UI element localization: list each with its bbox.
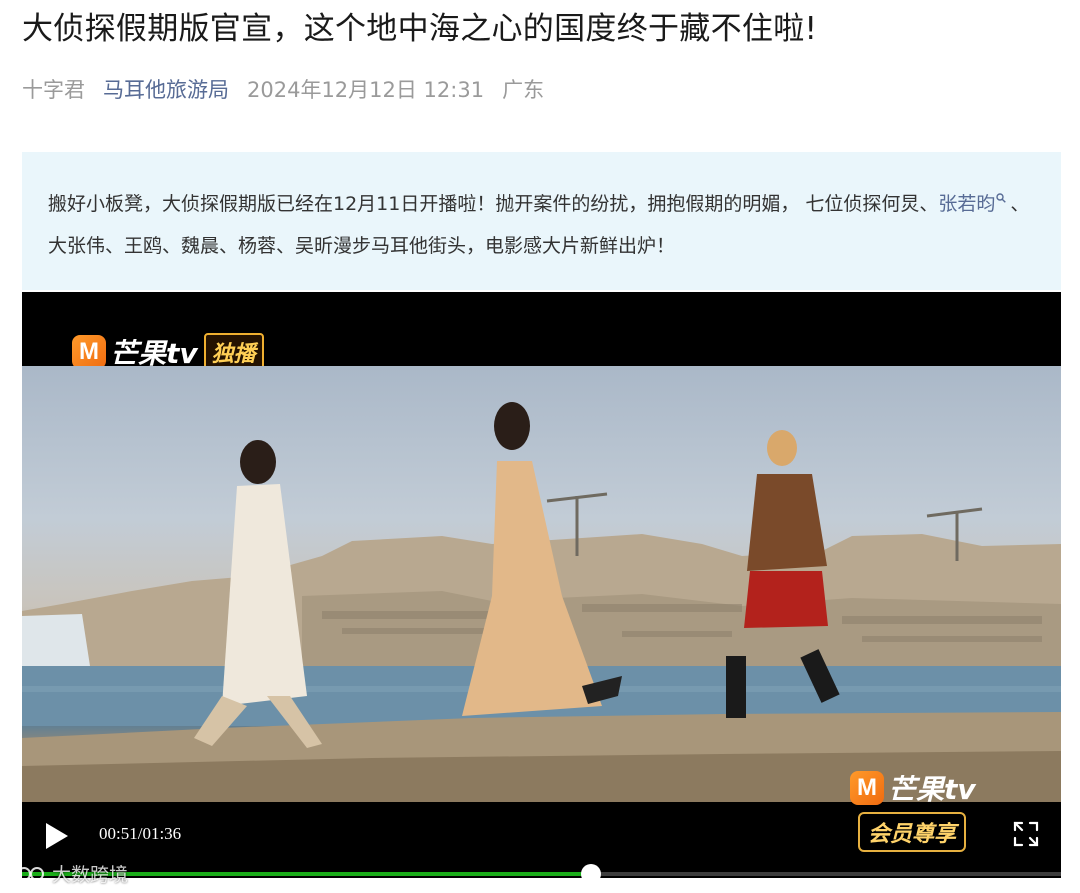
vip-badge: 会员尊享	[858, 812, 967, 852]
publish-location: 广东	[502, 78, 545, 102]
person-search-link[interactable]: 张若昀	[938, 193, 995, 215]
video-progress-thumb[interactable]	[581, 864, 602, 884]
mango-brand-text-bottom: 芒果tv	[888, 773, 976, 806]
video-progress-bar[interactable]	[22, 864, 1061, 884]
article-title: 大侦探假期版官宣，这个地中海之心的国度终于藏不住啦!	[22, 11, 818, 47]
mango-vip-watermark: M 芒果tv 会员尊享	[850, 768, 976, 852]
summary-text-before: 搬好小板凳，大侦探假期版已经在12月11日开播啦！抛开案件的纷扰，拥抱假期的明媚…	[48, 193, 939, 215]
watermark-logo-icon	[11, 866, 44, 881]
watermark: 大数跨境	[8, 860, 128, 887]
video-frame-image	[22, 366, 1061, 802]
search-icon[interactable]	[996, 192, 1007, 203]
article-meta: 十字君 马耳他旅游局 2024年12月12日 12:31 广东	[22, 74, 562, 104]
article-summary: 搬好小板凳，大侦探假期版已经在12月11日开播啦！抛开案件的纷扰，拥抱假期的明媚…	[22, 152, 1061, 290]
play-icon[interactable]	[44, 822, 70, 850]
account-name-link[interactable]: 马耳他旅游局	[103, 74, 229, 104]
video-time: 00:51/01:36	[99, 824, 182, 843]
video-player[interactable]: M 芒果tv 独播 00:51/01:36 M 芒果tv 会员尊享	[22, 292, 1061, 878]
author-name: 十字君	[22, 78, 85, 102]
mango-badge-icon-bottom: M	[850, 771, 884, 805]
watermark-text: 大数跨境	[52, 864, 129, 886]
mango-badge-icon: M	[72, 335, 106, 369]
publish-date: 2024年12月12日 12:31	[247, 78, 485, 102]
fullscreen-icon[interactable]	[1012, 820, 1040, 848]
